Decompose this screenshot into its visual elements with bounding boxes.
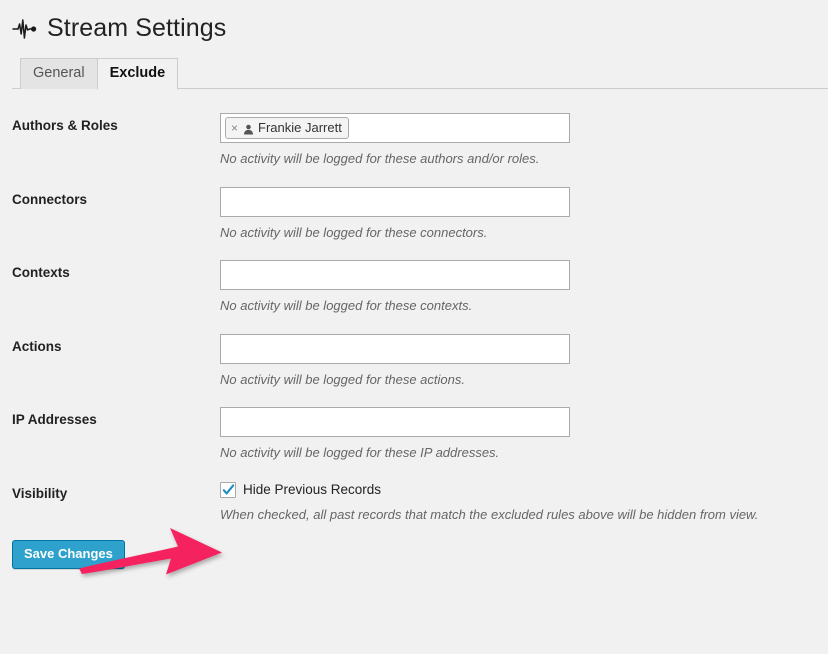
field-cell-connectors: No activity will be logged for these con… bbox=[220, 169, 828, 243]
field-cell-contexts: No activity will be logged for these con… bbox=[220, 242, 828, 316]
field-description-authors-roles: No activity will be logged for these aut… bbox=[220, 151, 540, 166]
form-row-connectors: Connectors No activity will be logged fo… bbox=[0, 169, 828, 243]
connectors-input[interactable] bbox=[220, 186, 570, 217]
form-row-ip-addresses: IP Addresses No activity will be logged … bbox=[0, 389, 828, 463]
field-cell-authors-roles: × Frankie Jarrett No activity will be lo… bbox=[220, 95, 828, 169]
page-title: Stream Settings bbox=[47, 14, 227, 43]
field-label-visibility: Visibility bbox=[12, 485, 68, 501]
token-label: Frankie Jarrett bbox=[258, 120, 342, 135]
form-row-actions: Actions No activity will be logged for t… bbox=[0, 316, 828, 390]
field-description-contexts: No activity will be logged for these con… bbox=[220, 298, 473, 313]
ip-addresses-input[interactable] bbox=[220, 407, 570, 437]
stream-waveform-icon bbox=[12, 16, 38, 42]
hide-previous-records-row[interactable]: Hide Previous Records bbox=[220, 481, 818, 499]
field-label-ip-addresses: IP Addresses bbox=[12, 412, 97, 427]
save-changes-button[interactable]: Save Changes bbox=[12, 540, 125, 569]
tab-exclude[interactable]: Exclude bbox=[96, 58, 179, 90]
token-frankie-jarrett[interactable]: × Frankie Jarrett bbox=[225, 117, 349, 139]
field-cell-visibility: Hide Previous Records When checked, all … bbox=[220, 463, 828, 525]
form-row-contexts: Contexts No activity will be logged for … bbox=[0, 242, 828, 316]
authors-roles-input[interactable]: × Frankie Jarrett bbox=[220, 113, 570, 143]
field-description-ip-addresses: No activity will be logged for these IP … bbox=[220, 445, 500, 460]
field-description-actions: No activity will be logged for these act… bbox=[220, 371, 465, 387]
page-header: Stream Settings bbox=[0, 0, 828, 46]
field-description-visibility: When checked, all past records that matc… bbox=[220, 506, 759, 522]
form-row-authors-roles: Authors & Roles × Frankie Jarrett No act… bbox=[0, 95, 828, 169]
field-description-connectors: No activity will be logged for these con… bbox=[220, 224, 488, 240]
settings-tabs: General Exclude bbox=[12, 58, 828, 90]
actions-input[interactable] bbox=[220, 333, 570, 364]
field-label-contexts: Contexts bbox=[12, 265, 70, 280]
field-label-authors-roles: Authors & Roles bbox=[12, 118, 118, 133]
contexts-input[interactable] bbox=[220, 260, 570, 290]
field-cell-ip-addresses: No activity will be logged for these IP … bbox=[220, 389, 828, 463]
form-row-visibility: Visibility Hide Previous Records When ch… bbox=[0, 463, 828, 525]
field-label-connectors: Connectors bbox=[12, 191, 88, 207]
tab-general[interactable]: General bbox=[20, 58, 98, 89]
exclude-settings-form: Authors & Roles × Frankie Jarrett No act… bbox=[0, 95, 828, 524]
field-label-actions: Actions bbox=[12, 338, 62, 354]
hide-previous-records-checkbox[interactable] bbox=[220, 481, 236, 498]
user-icon bbox=[243, 122, 254, 135]
hide-previous-records-label: Hide Previous Records bbox=[243, 481, 382, 497]
submit-area: Save Changes bbox=[0, 524, 828, 569]
token-remove-icon[interactable]: × bbox=[230, 122, 239, 134]
field-cell-actions: No activity will be logged for these act… bbox=[220, 316, 828, 390]
